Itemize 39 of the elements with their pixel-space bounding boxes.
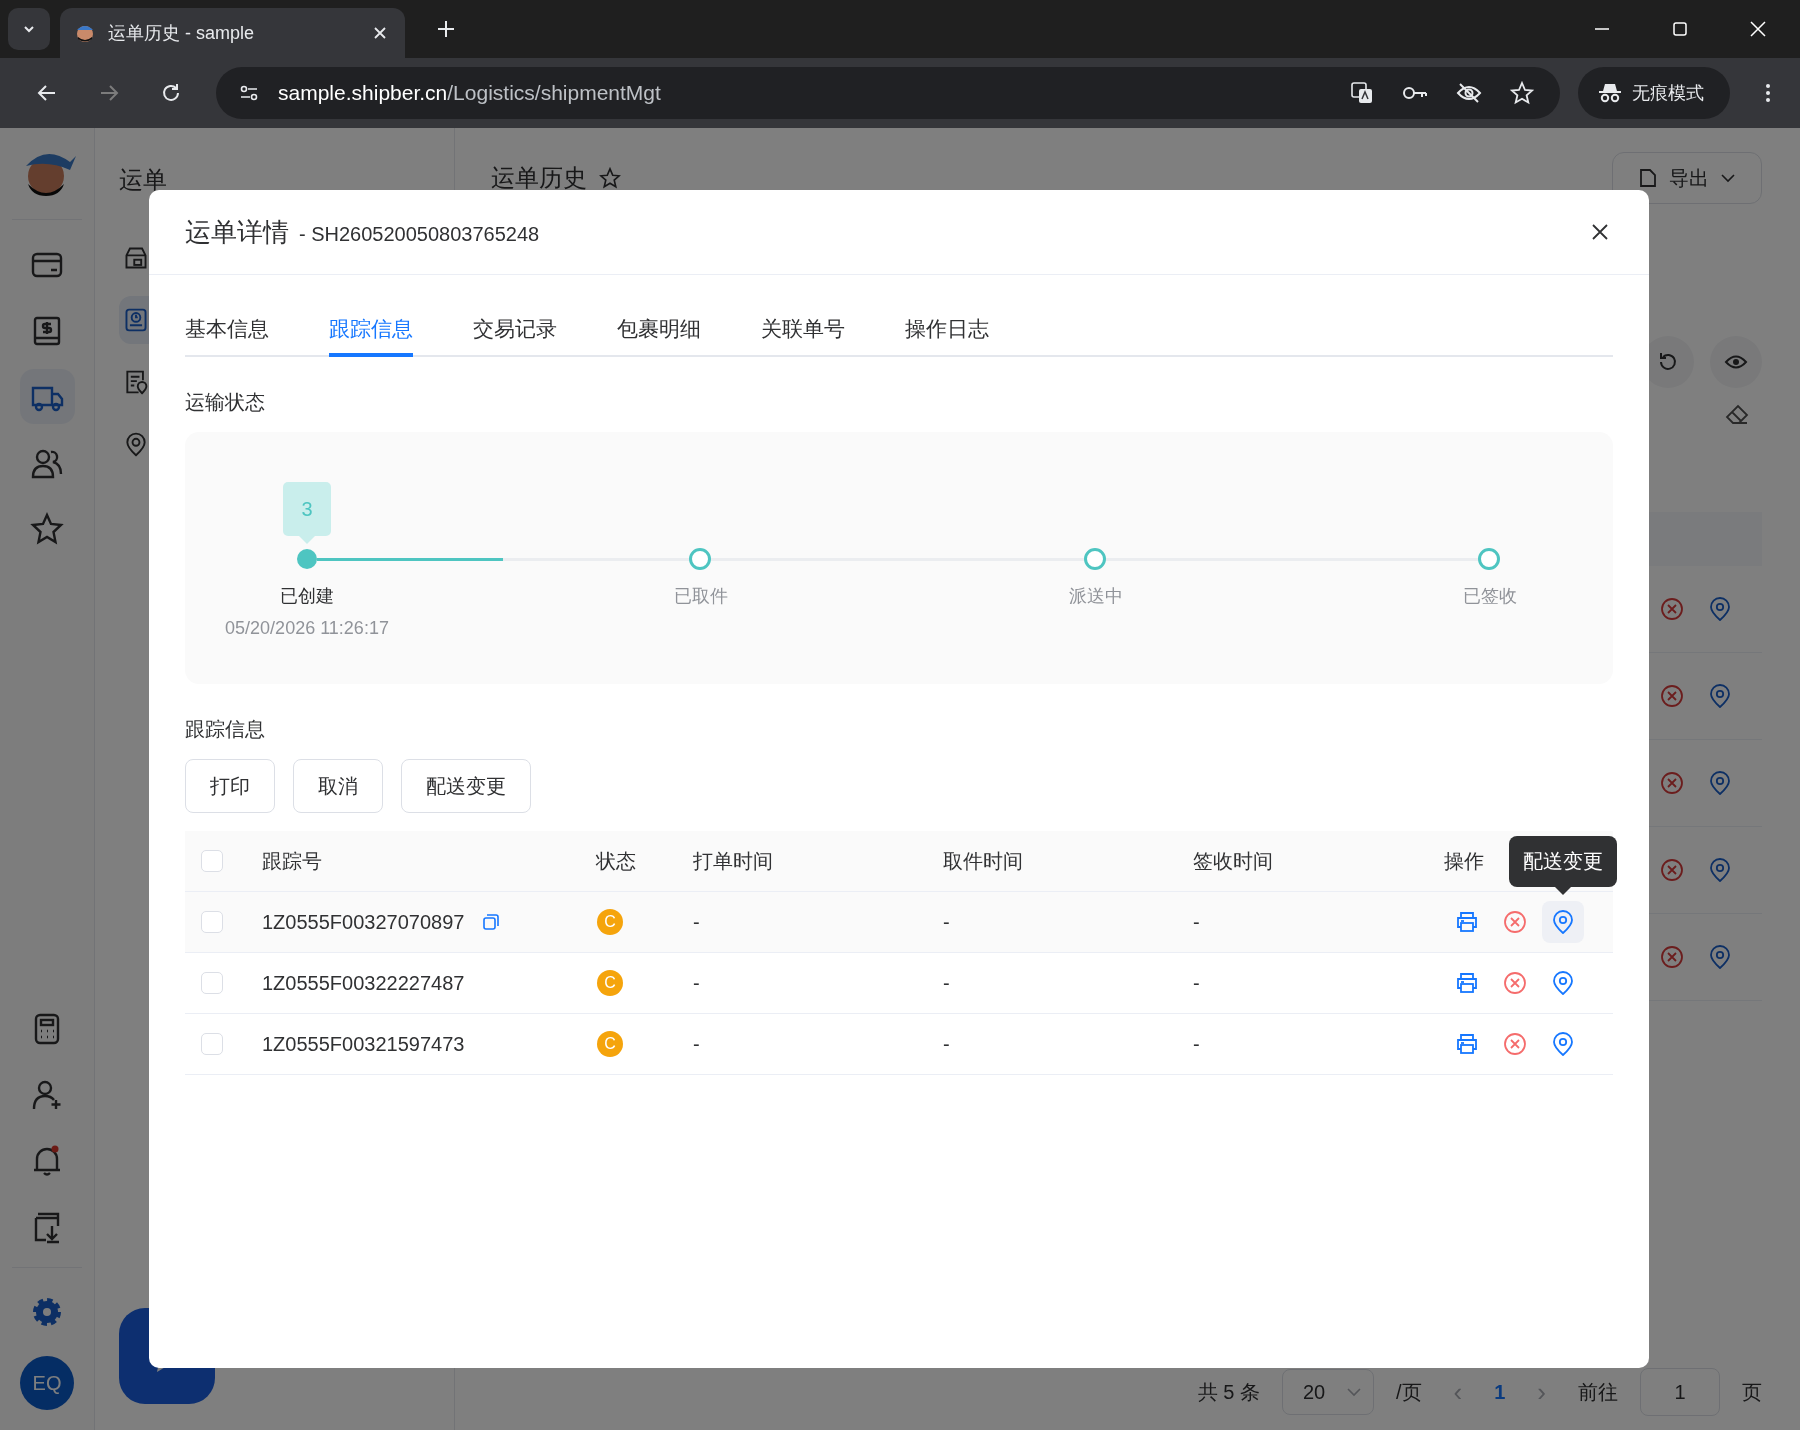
url-text: sample.shipber.cn/Logistics/shipmentMgt: [278, 81, 661, 105]
tooltip: 配送变更: [1509, 836, 1617, 895]
column-header: 签收时间: [1193, 848, 1273, 874]
tracking-number: 1Z0555F00327070897: [262, 910, 465, 934]
per-page-label: /页: [1395, 1379, 1422, 1405]
table-cell: -: [1193, 1032, 1200, 1056]
column-header: 跟踪号: [262, 848, 322, 874]
section-heading: 运单: [119, 165, 168, 195]
total-count: 共 5 条: [1197, 1379, 1260, 1405]
tracking-number: 1Z0555F00322227487: [262, 971, 465, 995]
tracking-number: 1Z0555F00321597473: [262, 1032, 465, 1056]
column-header: 状态: [596, 848, 636, 874]
table-cell: -: [693, 971, 700, 995]
column-header: 打单时间: [693, 848, 773, 874]
dialog-title: 运单详情: [185, 215, 289, 249]
table-cell: -: [693, 1032, 700, 1056]
table-cell: -: [693, 910, 700, 934]
tab-title: 运单历史 - sample: [108, 22, 256, 45]
table-cell: -: [1193, 910, 1200, 934]
table-cell: -: [943, 971, 950, 995]
step-label: 已取件: [674, 585, 729, 608]
table-cell: -: [943, 910, 950, 934]
table-cell: -: [1193, 971, 1200, 995]
column-header: 操作: [1444, 848, 1484, 874]
column-header: 取件时间: [943, 848, 1023, 874]
page-suffix: 页: [1742, 1379, 1762, 1405]
section-title: 跟踪信息: [185, 717, 266, 742]
step-time: 05/20/2026 11:26:17: [225, 618, 389, 639]
shipment-number: - SH260520050803765248: [299, 222, 540, 246]
step-label: 派送中: [1068, 585, 1123, 608]
step-label: 已签收: [1463, 585, 1517, 608]
status-badge: C: [597, 909, 623, 935]
status-badge: C: [597, 1031, 623, 1057]
goto-label: 前往: [1578, 1379, 1618, 1405]
section-title: 运输状态: [185, 390, 266, 415]
status-badge: C: [597, 970, 623, 996]
page-title: 运单历史: [491, 163, 587, 193]
step-label: 已创建: [280, 585, 334, 608]
table-cell: -: [943, 1032, 950, 1056]
